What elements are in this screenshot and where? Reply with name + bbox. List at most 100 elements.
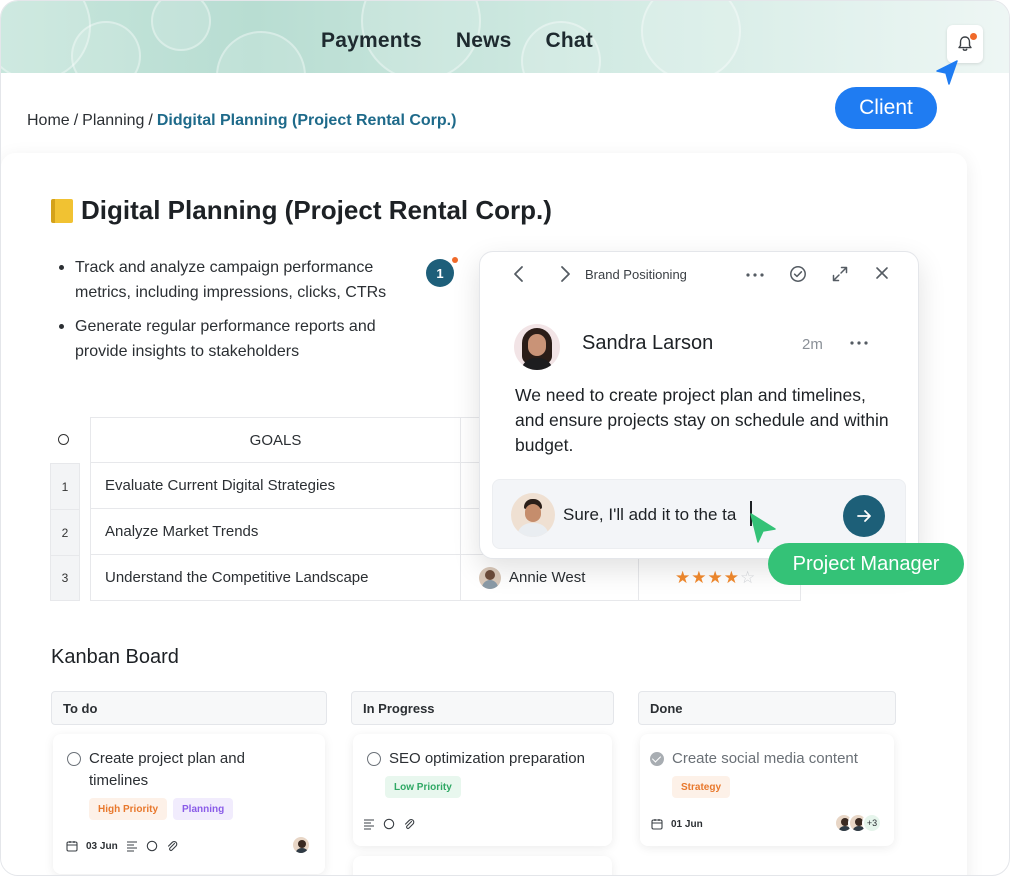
main-nav: Payments News Chat [321,29,593,53]
notebook-icon [51,198,73,223]
priority-tag: Low Priority [385,776,461,798]
star-empty-icon[interactable]: ☆ [740,568,756,587]
avatar [514,324,560,370]
attachment-icon [404,819,415,829]
list-item: Track and analyze campaign performance m… [57,255,417,305]
comment-toolbar: Brand Positioning [480,252,918,298]
comment-icon [146,840,157,852]
star-filled-icon[interactable]: ★ [691,568,707,587]
reply-box[interactable]: Sure, I'll add it to the ta [492,479,906,549]
kanban-card[interactable]: Create project plan and timelines High P… [53,734,325,874]
goal-cell[interactable]: Understand the Competitive Landscape [91,555,461,600]
kanban-column-in-progress[interactable]: In Progress [351,691,614,725]
calendar-icon [651,819,663,830]
description-list: Track and analyze campaign performance m… [57,255,417,373]
breadcrumb: Home / Planning / Didgital Planning (Project… [27,112,456,130]
kanban-column-done[interactable]: Done [638,691,896,725]
kanban-card[interactable]: SEO optimization preparation Low Priorit… [353,734,612,846]
avatar-body [517,523,549,537]
priority-tag: High Priority [89,798,168,820]
owner-name: Annie West [509,569,586,586]
top-nav-bar: Payments News Chat [1,1,1009,121]
checkbox-circle-icon[interactable] [67,752,81,766]
goals-column-header: GOALS [91,418,461,462]
comment-marker-dot [452,257,458,263]
client-cursor-icon [936,60,958,85]
goal-cell[interactable]: Analyze Market Trends [91,509,461,554]
comment-header: Sandra Larson 2m [514,324,894,374]
kanban-card-meta [363,818,415,830]
decor-bubble [641,1,741,81]
kanban-title: Kanban Board [51,646,179,668]
kanban-card[interactable] [353,856,612,875]
nav-news[interactable]: News [456,29,512,53]
project-manager-cursor-icon [750,513,776,543]
checkbox-checked-icon[interactable] [650,752,664,766]
app-window: Payments News Chat Client Home / Planning /… [0,0,1010,876]
comment-thread-title: Brand Positioning [585,267,687,282]
client-cursor-label: Client [835,87,937,129]
avatar-face [525,504,541,522]
send-button[interactable] [843,495,885,537]
notifications-button[interactable] [947,25,983,63]
project-manager-cursor-label: Project Manager [768,543,964,585]
kanban-card[interactable]: Create social media content Strategy 01 … [640,734,894,846]
row-index: 3 [50,555,80,601]
more-horizontal-icon[interactable] [850,340,868,346]
select-all-circle-icon[interactable] [58,434,69,445]
kanban-card-title-text: Create social media content [672,750,858,767]
kanban-card-meta: 03 Jun [66,840,178,852]
avatar [479,566,501,589]
decor-bubble [71,21,141,91]
comment-timestamp: 2m [802,336,823,353]
category-tag: Strategy [672,776,731,798]
kanban-card-title-text: Create project plan and timelines [89,750,245,789]
category-tag: Planning [173,798,234,820]
avatar-face [528,334,546,356]
table-row[interactable]: Understand the Competitive Landscape Ann… [91,555,801,601]
chevron-left-icon[interactable] [512,265,526,283]
goal-cell[interactable]: Evaluate Current Digital Strategies [91,463,461,508]
close-icon[interactable] [874,265,890,281]
comment-popup: Brand Positioning Sandra Larson 2m We ne… [479,251,919,559]
decor-bubble [151,1,211,51]
kanban-column-todo[interactable]: To do [51,691,327,725]
description-icon [126,841,137,852]
owner-cell[interactable]: Annie West [461,555,639,600]
notification-dot [970,33,977,40]
checkbox-circle-icon[interactable] [367,752,381,766]
chevron-right-icon[interactable] [558,265,572,283]
comment-author: Sandra Larson [582,332,714,354]
row-index-column: 1 2 3 [50,463,80,601]
kanban-card-title: SEO optimization preparation [367,748,607,770]
list-item: Generate regular performance reports and… [57,314,417,364]
nav-payments[interactable]: Payments [321,29,422,53]
breadcrumb-planning[interactable]: Planning [82,112,144,129]
comment-icon [383,818,395,830]
expand-icon[interactable] [831,265,849,283]
extra-assignees-badge[interactable]: +3 [862,813,882,833]
comment-marker[interactable]: 1 [426,259,454,287]
arrow-right-icon [857,510,871,522]
avatar [511,493,555,537]
kanban-card-title-text: SEO optimization preparation [389,750,585,767]
description-icon [364,819,374,830]
attachment-icon [167,841,177,851]
resolve-check-icon[interactable] [789,265,807,283]
breadcrumb-separator: / [148,112,153,129]
page-title: Digital Planning (Project Rental Corp.) [51,195,552,226]
breadcrumb-separator: / [73,112,79,129]
due-date: 03 Jun [86,840,118,852]
row-index: 2 [50,509,80,555]
star-filled-icon[interactable]: ★ [724,568,740,587]
reply-input[interactable]: Sure, I'll add it to the ta [563,505,736,525]
breadcrumb-home[interactable]: Home [27,112,70,129]
more-horizontal-icon[interactable] [746,272,764,278]
kanban-card-title: Create project plan and timelines [67,748,287,792]
page-title-text: Digital Planning (Project Rental Corp.) [81,195,552,225]
nav-chat[interactable]: Chat [546,29,593,53]
star-filled-icon[interactable]: ★ [675,568,691,587]
star-rating[interactable]: ★★★★☆ [675,568,756,588]
breadcrumb-current: Didgital Planning (Project Rental Corp.) [156,112,457,129]
star-filled-icon[interactable]: ★ [708,568,724,587]
